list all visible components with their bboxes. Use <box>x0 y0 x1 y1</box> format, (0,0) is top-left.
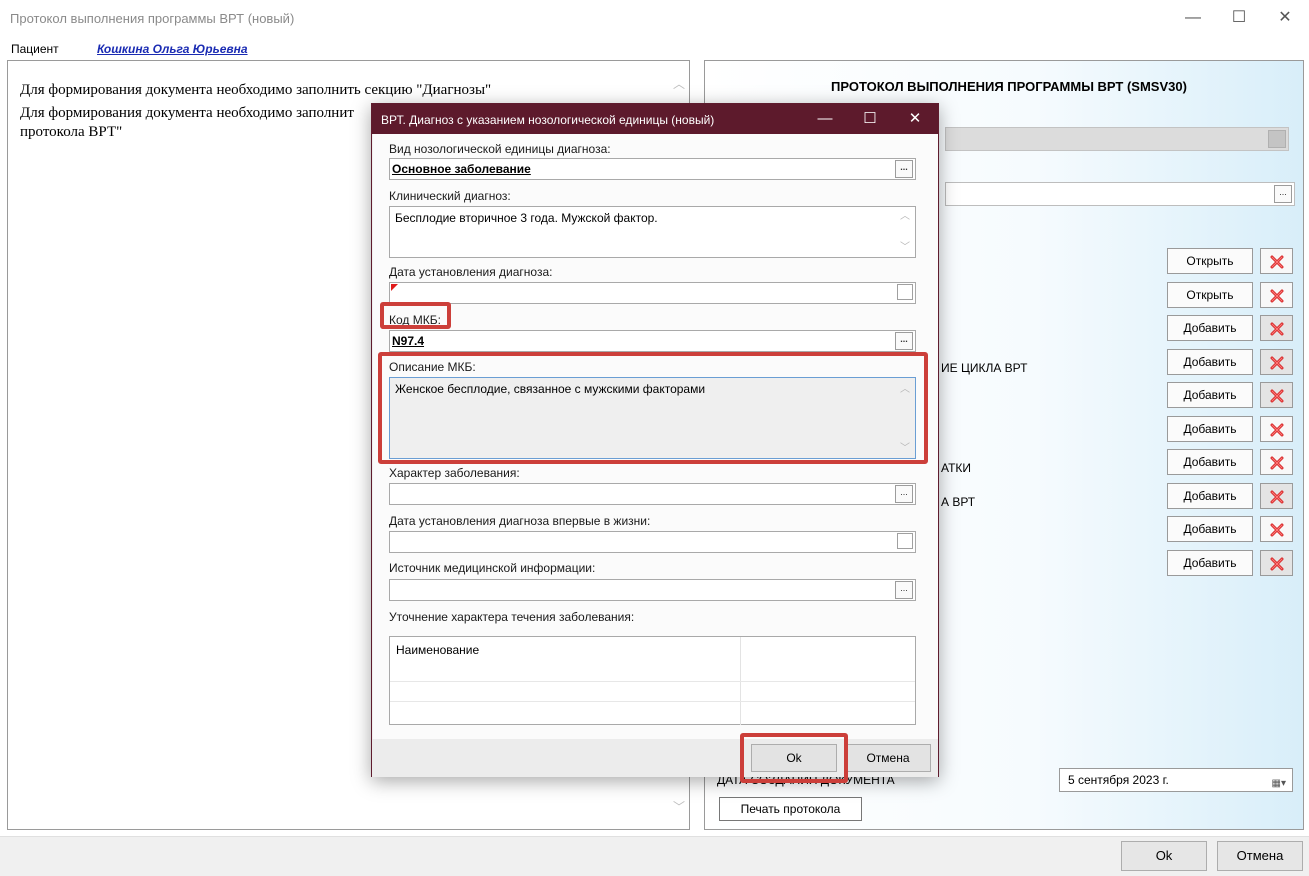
window-title: Протокол выполнения программы ВРТ (новый… <box>10 11 295 26</box>
required-marker-icon <box>391 284 398 291</box>
clinical-diagnosis-textarea[interactable]: Бесплодие вторичное 3 года. Мужской факт… <box>389 206 916 258</box>
nosology-ellipsis-button[interactable]: ... <box>895 160 913 178</box>
dialog-close-button[interactable]: ✕ <box>892 104 938 134</box>
dialog-minimize-button[interactable]: — <box>802 104 848 134</box>
protocol-title: ПРОТОКОЛ ВЫПОЛНЕНИЯ ПРОГРАММЫ ВРТ (SMSV3… <box>831 79 1187 94</box>
row-delete-button[interactable] <box>1260 382 1293 408</box>
patient-label: Пациент <box>11 42 59 56</box>
main-ok-button[interactable]: Ok <box>1121 841 1207 871</box>
source-ellipsis-button[interactable]: ... <box>895 581 913 599</box>
mkb-code-input[interactable]: N97.4 ... <box>389 330 916 352</box>
print-protocol-button[interactable]: Печать протокола <box>719 797 862 821</box>
row-label: АТКИ <box>941 461 972 475</box>
clinical-diagnosis-label: Клинический диагноз: <box>389 189 511 203</box>
row-action-button[interactable]: Добавить <box>1167 348 1253 375</box>
red-x-icon <box>1270 523 1284 537</box>
main-titlebar: Протокол выполнения программы ВРТ (новый… <box>0 0 1309 38</box>
red-x-icon <box>1270 255 1284 269</box>
calendar-icon[interactable]: ▦▾ <box>1272 773 1286 795</box>
mkb-code-highlight <box>380 302 451 329</box>
left-message-1: Для формирования документа необходимо за… <box>20 82 492 98</box>
first-diagnosis-date-label: Дата установления диагноза впервые в жиз… <box>389 514 651 528</box>
red-x-icon <box>1270 423 1284 436</box>
red-x-icon <box>1270 356 1284 369</box>
row-label: ИЕ ЦИКЛА ВРТ <box>941 361 1028 375</box>
dialog-title: ВРТ. Диагноз с указанием нозологической … <box>381 113 715 127</box>
protocol-field[interactable]: ... <box>945 182 1295 206</box>
maximize-button[interactable]: ☐ <box>1217 4 1261 32</box>
nosology-value: Основное заболевание <box>392 162 531 176</box>
document-date-input[interactable]: 5 сентября 2023 г. ▦▾ <box>1059 768 1293 792</box>
protocol-combo[interactable] <box>945 127 1289 151</box>
row-action-button[interactable]: Добавить <box>1167 449 1253 475</box>
scroll-up-icon[interactable]: ︿ <box>673 75 685 92</box>
document-date-value: 5 сентября 2023 г. <box>1068 773 1169 787</box>
minimize-button[interactable]: — <box>1171 4 1215 32</box>
course-refinement-label: Уточнение характера течения заболевания: <box>389 610 635 624</box>
course-refinement-grid[interactable]: Наименование <box>389 636 916 725</box>
diagnosis-date-label: Дата установления диагноза: <box>389 265 553 279</box>
disease-character-input[interactable]: ... <box>389 483 916 505</box>
patient-name-link[interactable]: Кошкина Ольга Юрьевна <box>97 42 248 56</box>
dialog-maximize-button[interactable]: ☐ <box>847 104 893 134</box>
clinical-diagnosis-value: Бесплодие вторичное 3 года. Мужской факт… <box>395 211 658 225</box>
row-action-button[interactable]: Добавить <box>1167 315 1253 341</box>
mkb-code-value: N97.4 <box>392 334 425 348</box>
row-delete-button[interactable] <box>1260 482 1293 509</box>
combo-button[interactable] <box>1268 130 1286 148</box>
ok-button-highlight <box>740 733 848 783</box>
row-delete-button[interactable] <box>1260 348 1293 375</box>
red-x-icon <box>1270 389 1284 403</box>
info-source-label: Источник медицинской информации: <box>389 561 596 575</box>
row-delete-button[interactable] <box>1260 516 1293 542</box>
left-message-3: протокола ВРТ" <box>20 124 123 140</box>
row-label: А ВРТ <box>941 495 976 509</box>
nosology-input[interactable]: Основное заболевание ... <box>389 158 916 180</box>
row-action-button[interactable]: Добавить <box>1167 549 1253 576</box>
red-x-icon <box>1270 557 1284 570</box>
row-delete-button[interactable] <box>1260 281 1293 308</box>
row-action-button[interactable]: Добавить <box>1167 382 1253 408</box>
main-cancel-button[interactable]: Отмена <box>1217 841 1303 871</box>
scroll-up-icon[interactable]: ︿ <box>900 209 910 224</box>
character-ellipsis-button[interactable]: ... <box>895 485 913 503</box>
disease-character-label: Характер заболевания: <box>389 466 520 480</box>
mkb-description-highlight <box>378 352 928 464</box>
first-date-checkbox[interactable] <box>897 533 913 549</box>
row-delete-button[interactable] <box>1260 549 1293 576</box>
left-message-2: Для формирования документа необходимо за… <box>20 105 354 121</box>
diagnosis-date-input[interactable] <box>389 282 916 304</box>
dialog-cancel-button[interactable]: Отмена <box>845 744 931 772</box>
row-action-button[interactable]: Добавить <box>1167 482 1253 509</box>
row-action-button[interactable]: Добавить <box>1167 415 1253 442</box>
first-diagnosis-date-input[interactable] <box>389 531 916 553</box>
mkb-code-ellipsis-button[interactable]: ... <box>895 332 913 350</box>
row-delete-button[interactable] <box>1260 248 1293 274</box>
scroll-down-icon[interactable]: ﹀ <box>900 240 910 255</box>
bottom-bar: Ok Отмена <box>0 836 1309 876</box>
red-x-icon <box>1270 490 1284 503</box>
row-delete-button[interactable] <box>1260 449 1293 475</box>
grid-row-line <box>390 701 915 702</box>
info-source-input[interactable]: ... <box>389 579 916 601</box>
red-x-icon <box>1270 322 1284 336</box>
nosology-label: Вид нозологической единицы диагноза: <box>389 142 611 156</box>
grid-header-name: Наименование <box>396 643 480 657</box>
dialog-footer: Ok Отмена <box>372 739 938 777</box>
date-checkbox[interactable] <box>897 284 913 300</box>
scroll-down-icon[interactable]: ﹀ <box>673 798 685 815</box>
red-x-icon <box>1270 456 1284 470</box>
row-action-button[interactable]: Открыть <box>1167 281 1253 308</box>
row-action-button[interactable]: Добавить <box>1167 516 1253 542</box>
row-delete-button[interactable] <box>1260 415 1293 442</box>
row-action-button[interactable]: Открыть <box>1167 248 1253 274</box>
grid-row-line <box>390 681 915 682</box>
red-x-icon <box>1270 289 1284 302</box>
ellipsis-button[interactable]: ... <box>1274 185 1292 203</box>
close-button[interactable]: ✕ <box>1263 4 1307 32</box>
row-delete-button[interactable] <box>1260 315 1293 341</box>
dialog-titlebar: ВРТ. Диагноз с указанием нозологической … <box>372 104 938 134</box>
